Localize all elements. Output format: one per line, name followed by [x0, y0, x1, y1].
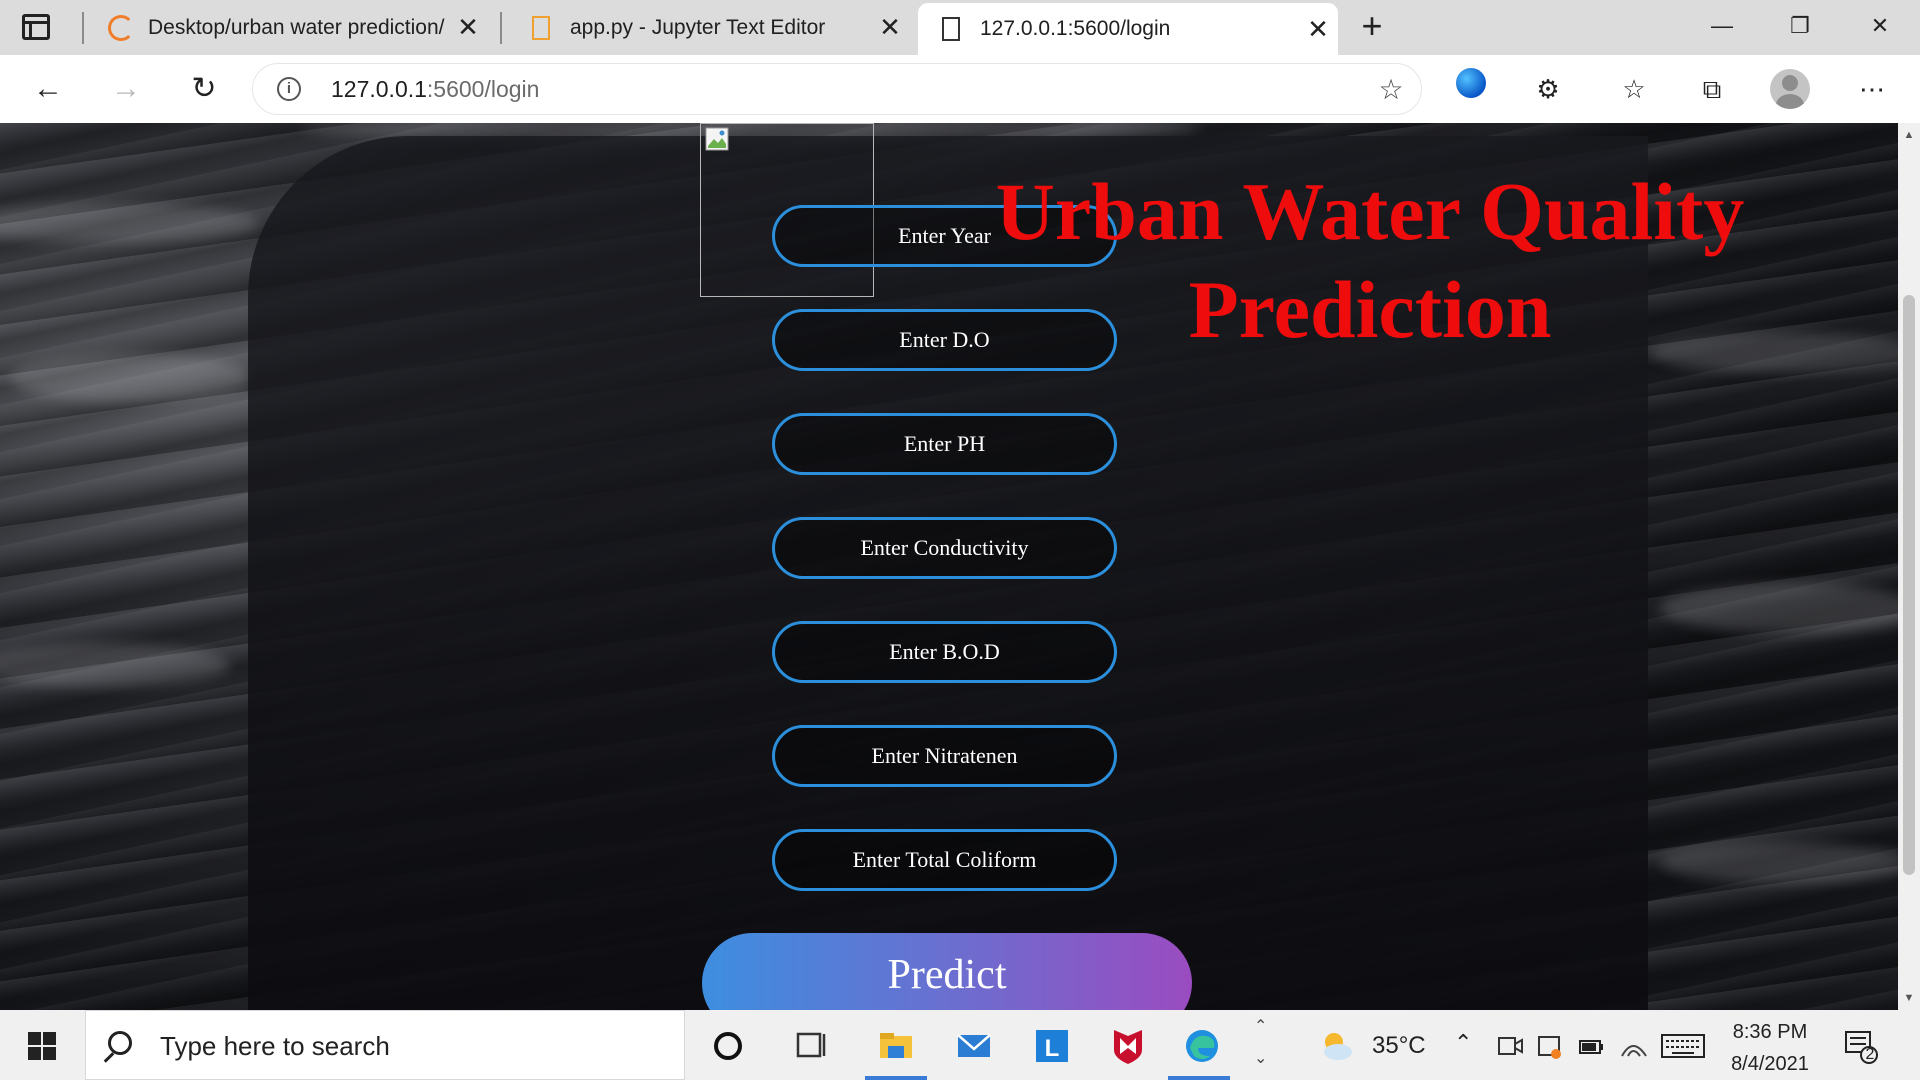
url-host: 127.0.0.1 [331, 76, 427, 102]
tab-title: app.py - Jupyter Text Editor [570, 15, 826, 39]
battery-icon[interactable] [1578, 1036, 1606, 1058]
edge-icon[interactable] [1180, 1024, 1224, 1068]
meet-now-icon[interactable] [1496, 1034, 1524, 1058]
browser-window: Desktop/urban water prediction/ ✕ app.py… [0, 0, 1920, 1010]
minimize-button[interactable]: — [1692, 8, 1752, 44]
scroll-up-icon[interactable]: ▲ [1898, 125, 1920, 145]
cortana-icon[interactable] [706, 1024, 750, 1068]
active-indicator [1168, 1076, 1230, 1080]
file-icon [532, 15, 550, 40]
conductivity-input[interactable] [772, 517, 1117, 579]
svg-text:L: L [1045, 1035, 1060, 1062]
taskbar-search[interactable]: Type here to search [85, 1010, 685, 1080]
water-texture [0, 643, 230, 688]
windows-taskbar: Type here to search L ⌃ ⌄ 35°C ⌃ 8:36 PM… [0, 1010, 1920, 1080]
page-viewport: Urban Water Quality Prediction Predict [0, 123, 1898, 1010]
url-text[interactable]: 127.0.0.1:5600/login [331, 76, 539, 103]
broken-image-icon [705, 127, 729, 151]
onedrive-sync-icon[interactable] [1536, 1034, 1564, 1060]
water-texture [10, 353, 250, 403]
restore-button[interactable]: ❐ [1770, 8, 1830, 44]
bod-input[interactable] [772, 621, 1117, 683]
nitratenen-input[interactable] [772, 725, 1117, 787]
scroll-thumb[interactable] [1903, 295, 1915, 875]
file-explorer-icon[interactable] [874, 1024, 918, 1068]
page-icon [942, 17, 960, 41]
weather-icon[interactable] [1316, 1028, 1356, 1064]
water-texture [1660, 583, 1898, 633]
tab-divider [500, 12, 502, 44]
system-clock[interactable]: 8:36 PM 8/4/2021 [1720, 1016, 1820, 1080]
scroll-down-icon[interactable]: ▼ [1898, 988, 1920, 1008]
tab-strip: Desktop/urban water prediction/ ✕ app.py… [0, 0, 1920, 55]
start-button[interactable] [28, 1032, 56, 1060]
close-tab-icon[interactable]: ✕ [870, 12, 910, 43]
new-tab-button[interactable]: + [1352, 6, 1392, 46]
back-button[interactable]: ← [24, 65, 72, 113]
task-view-icon[interactable] [790, 1024, 834, 1068]
keyboard-icon[interactable] [1660, 1032, 1706, 1060]
active-indicator [865, 1076, 927, 1080]
forward-button[interactable]: → [102, 65, 150, 113]
profile-avatar[interactable] [1770, 69, 1810, 109]
collections-icon[interactable]: ⧉ [1688, 65, 1736, 113]
search-icon [108, 1031, 132, 1055]
edge-extension-icon[interactable] [1456, 68, 1486, 98]
tab-actions-icon[interactable] [22, 14, 50, 40]
refresh-button[interactable]: ↻ [180, 65, 228, 113]
jupyter-icon [108, 14, 134, 41]
more-options-icon[interactable]: ⋯ [1848, 65, 1896, 113]
tab-title: Desktop/urban water prediction/ [148, 15, 445, 39]
show-hidden-down-icon[interactable]: ⌄ [1254, 1048, 1267, 1068]
tab-login[interactable]: 127.0.0.1:5600/login ✕ [918, 3, 1338, 55]
page-scrollbar[interactable]: ▲ ▼ [1898, 123, 1920, 1010]
tab-title: 127.0.0.1:5600/login [980, 17, 1171, 40]
browser-toolbar: ← → ↻ i 127.0.0.1:5600/login ☆ ⚙ ☆ ⧉ ⋯ [0, 55, 1920, 123]
launcher-l-icon[interactable]: L [1030, 1024, 1074, 1068]
notification-count: 2 [1865, 1046, 1875, 1063]
tab-app-py[interactable]: app.py - Jupyter Text Editor ✕ [508, 0, 910, 55]
close-tab-icon[interactable]: ✕ [448, 12, 488, 43]
address-bar[interactable]: i 127.0.0.1:5600/login ☆ [252, 63, 1422, 115]
tab-divider [82, 12, 84, 44]
mcafee-icon[interactable] [1106, 1024, 1150, 1068]
search-placeholder: Type here to search [160, 1031, 390, 1061]
wifi-icon[interactable] [1618, 1032, 1648, 1060]
show-hidden-up-icon[interactable]: ⌃ [1254, 1016, 1267, 1036]
clock-time: 8:36 PM [1732, 1021, 1808, 1043]
water-texture [1660, 843, 1898, 883]
water-texture [0, 203, 260, 243]
tab-jupyter-desktop[interactable]: Desktop/urban water prediction/ ✕ [90, 0, 488, 55]
extensions-icon[interactable]: ⚙ [1524, 65, 1572, 113]
tray-overflow-icon[interactable]: ⌃ [1454, 1030, 1472, 1056]
total-coliform-input[interactable] [772, 829, 1117, 891]
clock-date: 8/4/2021 [1731, 1053, 1809, 1075]
add-favorite-icon[interactable]: ☆ [1371, 70, 1411, 110]
url-path: :5600/login [426, 76, 540, 102]
close-tab-icon[interactable]: ✕ [1298, 14, 1338, 45]
ph-input[interactable] [772, 413, 1117, 475]
info-icon[interactable]: i [277, 77, 301, 101]
close-window-button[interactable]: ✕ [1850, 8, 1910, 44]
predict-button[interactable]: Predict [702, 933, 1192, 1010]
temperature[interactable]: 35°C [1372, 1032, 1426, 1060]
favorites-icon[interactable]: ☆ [1610, 65, 1658, 113]
mail-icon[interactable] [952, 1024, 996, 1068]
page-title: Urban Water Quality Prediction [995, 166, 1745, 355]
